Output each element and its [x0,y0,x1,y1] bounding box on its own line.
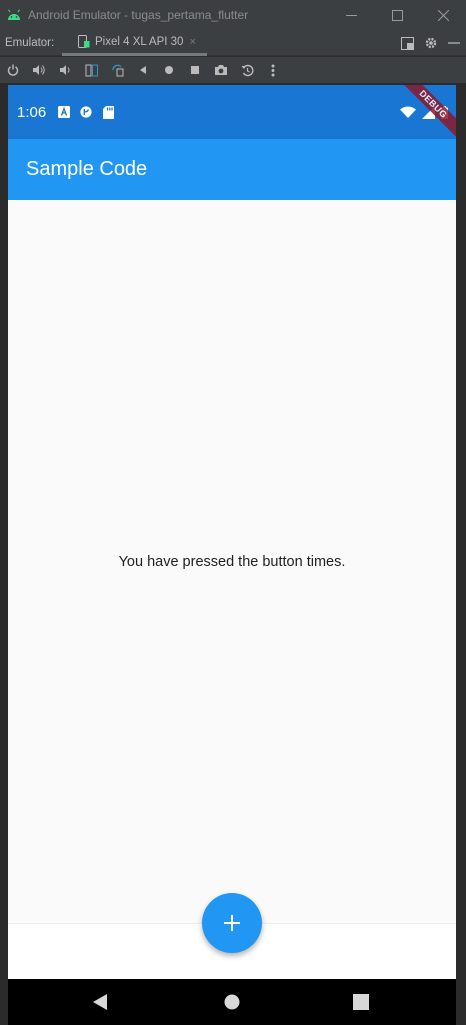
nav-back-button[interactable] [70,979,130,1025]
tab-label: Pixel 4 XL API 30 [95,35,184,48]
device-icon [78,35,90,48]
app-bar-title: Sample Code [26,158,148,180]
snapshot-icon [241,64,253,76]
camera-icon [215,65,227,75]
home-icon [165,66,173,74]
device-screen: 1:06 DEBUG Sample Code You have pressed … [8,85,456,1025]
volume-up-icon [32,65,45,75]
keyboard-a-icon [58,106,71,118]
nav-overview-button[interactable] [331,979,391,1025]
wifi-icon [400,106,416,118]
maximize-icon [391,9,403,21]
tab-close-button[interactable]: × [189,36,195,48]
app-body: You have pressed the button times. [8,200,456,923]
emulator-title-bar: Android Emulator - tugas_pertama_flutter [0,0,466,30]
hide-panel-icon[interactable] [448,37,460,49]
nav-back-icon [93,994,107,1010]
more-button[interactable] [266,63,280,77]
close-window-button[interactable] [420,0,466,30]
maximize-button[interactable] [374,0,420,30]
screenshot-button[interactable] [214,63,228,77]
back-icon [140,66,146,74]
rotate-left-icon [85,64,98,76]
app-bar: Sample Code [8,139,456,200]
minimize-icon [345,14,357,16]
settings-icon[interactable] [424,36,438,50]
window-title: Android Emulator - tugas_pertama_flutter [28,8,249,22]
status-bar: 1:06 DEBUG [8,85,456,145]
rotate-right-button[interactable] [110,63,124,77]
android-nav-bar [8,979,456,1025]
nav-home-icon [224,994,240,1010]
overview-button[interactable] [188,63,202,77]
sd-card-icon [102,105,114,119]
status-time: 1:06 [17,103,47,121]
window-mode-icon[interactable] [401,36,414,50]
emulator-toolbar [0,57,466,83]
counter-text: You have pressed the button times. [118,554,346,570]
overview-icon [191,66,199,74]
tab-pixel-4-xl[interactable]: Pixel 4 XL API 30 × [62,30,207,56]
add-icon [224,915,240,931]
flutter-notification-icon [80,106,92,118]
android-icon [0,0,28,30]
power-button[interactable] [6,63,20,77]
volume-down-button[interactable] [58,63,72,77]
nav-overview-icon [353,994,369,1010]
close-icon [437,9,449,21]
more-icon [271,64,275,76]
emulator-tab-row: Emulator: Pixel 4 XL API 30 × [0,30,466,56]
home-button[interactable] [162,63,176,77]
nav-home-button[interactable] [202,979,262,1025]
rotate-left-button[interactable] [84,63,98,77]
emulator-label: Emulator: [5,36,55,49]
back-button[interactable] [136,63,150,77]
minimize-button[interactable] [328,0,374,30]
snapshot-button[interactable] [240,63,254,77]
power-icon [7,64,19,76]
volume-up-button[interactable] [32,63,46,77]
rotate-right-icon [111,64,123,76]
increment-fab-button[interactable] [202,893,262,953]
volume-down-icon [60,65,70,75]
